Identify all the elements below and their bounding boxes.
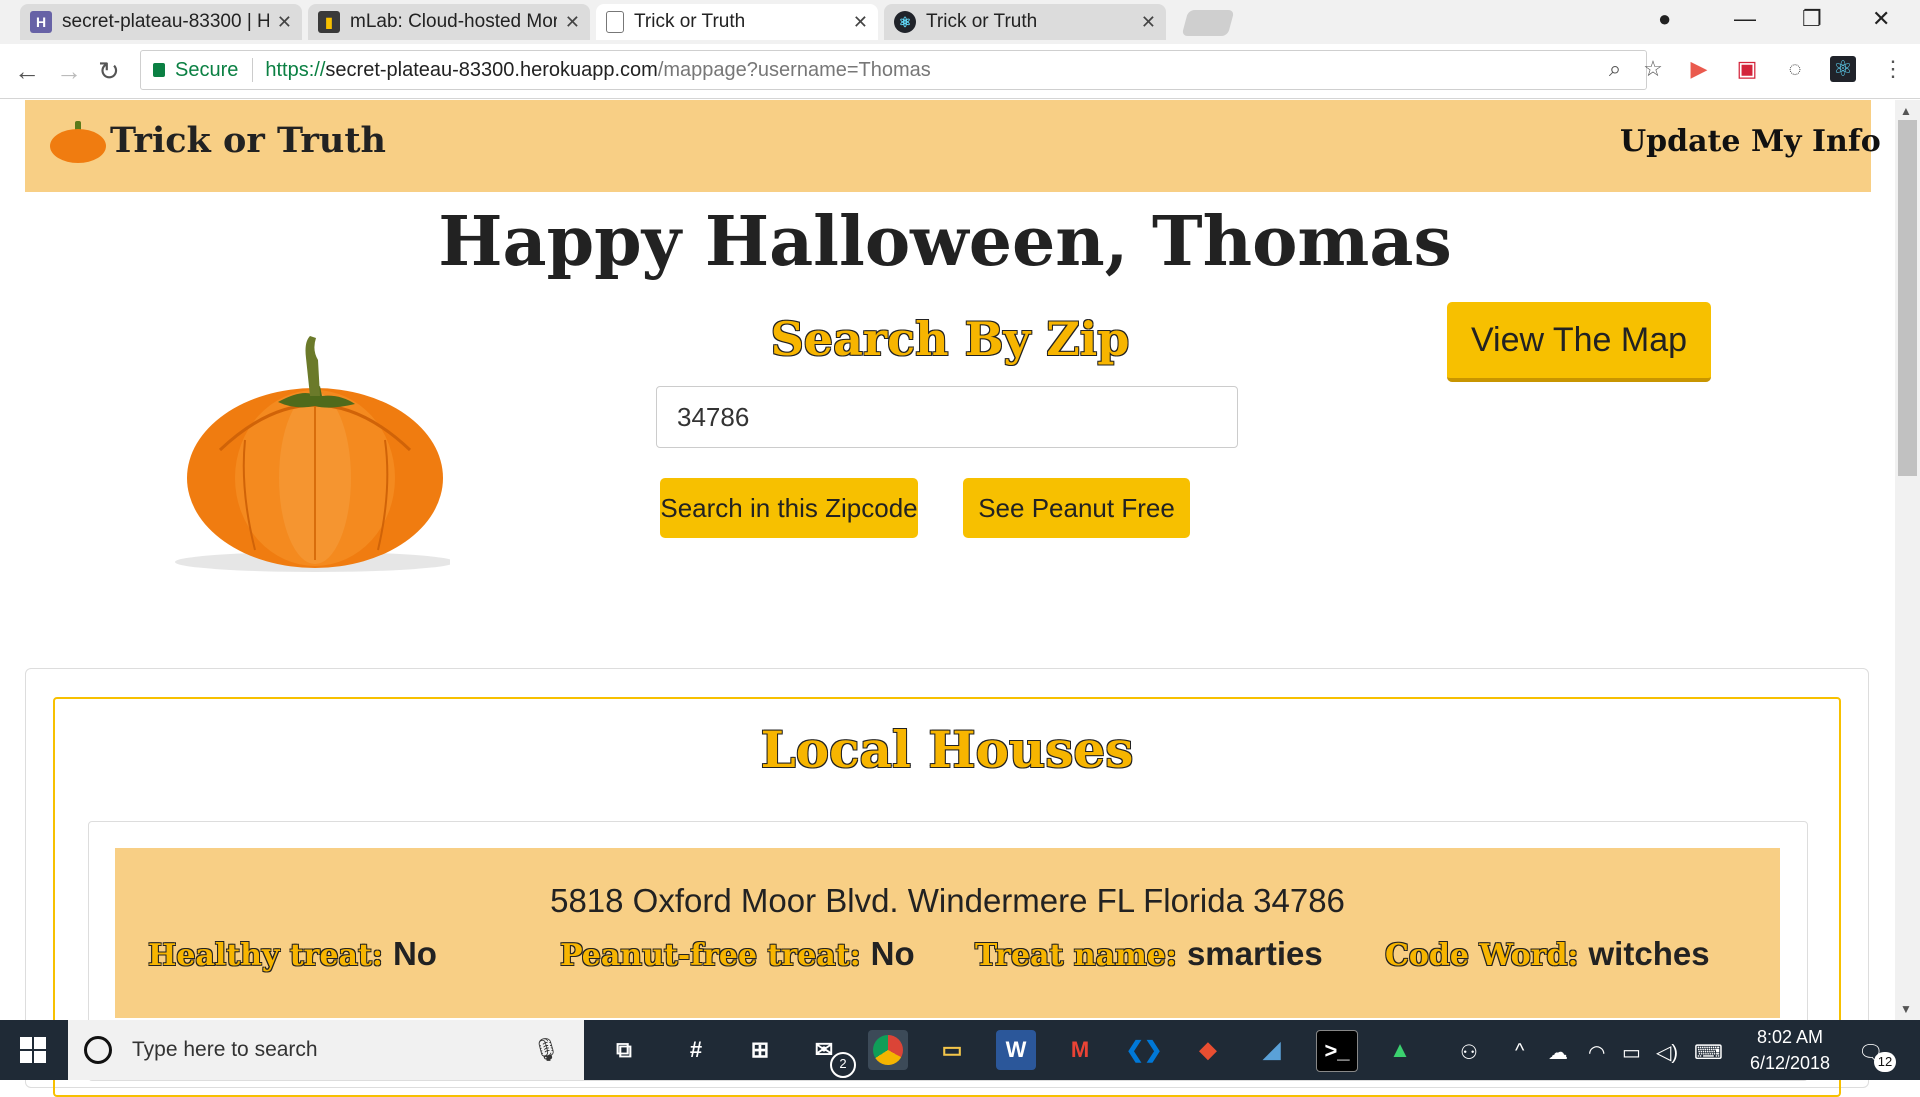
rocket-app-icon[interactable]: ▲ xyxy=(1380,1030,1420,1070)
scroll-up-icon[interactable]: ▲ xyxy=(1900,104,1912,118)
pumpkin-logo-icon xyxy=(50,120,106,163)
house-address: 5818 Oxford Moor Blvd. Windermere FL Flo… xyxy=(550,882,1345,919)
back-icon[interactable]: ← xyxy=(14,56,40,87)
window-close-icon[interactable]: ✕ xyxy=(1872,6,1890,32)
keyboard-icon[interactable]: ⌨ xyxy=(1694,1040,1723,1065)
treat-name-field: Treat name: smarties xyxy=(975,935,1323,973)
scrollbar-thumb[interactable] xyxy=(1898,120,1917,476)
page-title: Happy Halloween, Thomas xyxy=(438,202,1452,282)
cortana-icon xyxy=(84,1036,112,1064)
tab-trick-or-truth[interactable]: ⚛ Trick or Truth ✕ xyxy=(884,4,1166,40)
search-by-zip-heading: Search By Zip xyxy=(770,312,1130,366)
clock-time: 8:02 AM xyxy=(1756,1027,1824,1047)
tab-mlab[interactable]: ▮ mLab: Cloud-hosted Mor ✕ xyxy=(308,4,590,40)
code-word-label: Code Word: xyxy=(1385,938,1579,973)
volume-icon[interactable]: ◁) xyxy=(1656,1040,1678,1065)
restore-icon[interactable]: ❐ xyxy=(1802,6,1822,32)
url-path: /mappage?username=Thomas xyxy=(657,58,931,81)
menu-icon[interactable]: ⋮ xyxy=(1880,56,1906,82)
people-icon[interactable]: ⚇ xyxy=(1460,1040,1478,1065)
task-view-icon[interactable]: ⧉ xyxy=(604,1030,644,1070)
treat-name-value: smarties xyxy=(1186,935,1323,972)
url-scheme: https:// xyxy=(265,58,326,81)
mail-badge: 2 xyxy=(830,1052,856,1078)
wifi-icon[interactable]: ◠ xyxy=(1588,1040,1605,1065)
file-explorer-icon[interactable]: ▭ xyxy=(932,1030,972,1070)
house-details xyxy=(115,848,1780,1018)
tab-trick-or-truth-active[interactable]: Trick or Truth ✕ xyxy=(596,4,878,40)
bookmark-star-icon[interactable]: ☆ xyxy=(1640,56,1666,82)
vscode-icon[interactable]: ❮❯ xyxy=(1124,1030,1164,1070)
page-icon xyxy=(606,11,624,33)
clock-date: 6/12/2018 xyxy=(1749,1053,1831,1073)
tab-title: secret-plateau-83300 | He xyxy=(62,11,269,32)
code-word-value: witches xyxy=(1588,935,1710,972)
react-devtools-icon[interactable]: ⚛ xyxy=(1830,56,1856,82)
healthy-treat-label: Healthy treat: xyxy=(148,938,383,973)
taskbar-clock[interactable]: 8:02 AM 6/12/2018 xyxy=(1740,1024,1840,1076)
pumpkin-image xyxy=(175,336,450,572)
react-icon: ⚛ xyxy=(894,11,916,33)
lock-icon xyxy=(153,63,165,77)
view-map-button[interactable]: View The Map xyxy=(1447,302,1711,382)
tray-chevron-icon[interactable]: ^ xyxy=(1515,1040,1524,1063)
forward-icon[interactable]: → xyxy=(56,56,82,87)
close-tab-icon[interactable]: ✕ xyxy=(1141,12,1156,33)
store-icon[interactable]: ⊞ xyxy=(740,1030,780,1070)
word-icon[interactable]: W xyxy=(996,1030,1036,1070)
zoom-icon[interactable]: ⌕ xyxy=(1602,56,1628,82)
close-tab-icon[interactable]: ✕ xyxy=(565,12,580,33)
close-tab-icon[interactable]: ✕ xyxy=(277,12,292,33)
microphone-icon[interactable]: 🎙 xyxy=(532,1037,560,1063)
gmail-icon[interactable]: M xyxy=(1060,1030,1100,1070)
search-zipcode-button[interactable]: Search in this Zipcode xyxy=(660,478,918,538)
battery-icon[interactable]: ▭ xyxy=(1622,1040,1641,1065)
extension-circle-icon[interactable]: ◌ xyxy=(1782,56,1808,82)
minimize-icon[interactable]: — xyxy=(1734,6,1756,32)
url-host: secret-plateau-83300.herokuapp.com xyxy=(325,58,658,81)
healthy-treat-field: Healthy treat: No xyxy=(148,935,437,973)
taskbar-search[interactable]: Type here to search 🎙 xyxy=(68,1020,584,1080)
extension-pocket-icon[interactable]: ▣ xyxy=(1734,56,1760,82)
peanut-free-field: Peanut-free treat: No xyxy=(560,935,915,973)
reload-icon[interactable]: ↻ xyxy=(98,56,120,87)
brand-name: Trick or Truth xyxy=(110,120,386,161)
tab-heroku[interactable]: H secret-plateau-83300 | He ✕ xyxy=(20,4,302,40)
local-houses-heading: Local Houses xyxy=(760,720,1134,779)
peanut-free-button[interactable]: See Peanut Free xyxy=(963,478,1190,538)
mlab-icon: ▮ xyxy=(318,11,340,33)
scroll-down-icon[interactable]: ▼ xyxy=(1900,1002,1912,1016)
extension-cast-icon[interactable]: ▶ xyxy=(1686,56,1712,82)
slack-icon[interactable]: # xyxy=(676,1030,716,1070)
code-word-field: Code Word: witches xyxy=(1385,935,1710,973)
zip-input[interactable] xyxy=(656,386,1238,448)
peanut-free-label: Peanut-free treat: xyxy=(560,938,861,973)
taskbar-search-placeholder: Type here to search xyxy=(132,1038,318,1061)
treat-name-label: Treat name: xyxy=(975,938,1177,973)
notification-count-badge: 12 xyxy=(1874,1052,1896,1072)
onedrive-icon[interactable]: ☁ xyxy=(1548,1040,1568,1065)
tab-title: Trick or Truth xyxy=(926,11,1038,32)
windows-start-icon[interactable] xyxy=(20,1037,46,1063)
peanut-free-value: No xyxy=(870,935,915,972)
chrome-icon[interactable] xyxy=(868,1030,908,1070)
security-label: Secure xyxy=(175,58,239,81)
tab-title: Trick or Truth xyxy=(634,11,746,32)
tab-title: mLab: Cloud-hosted Mor xyxy=(350,11,557,32)
terminal-icon[interactable]: >_ xyxy=(1316,1030,1358,1072)
new-tab-button[interactable] xyxy=(1181,10,1235,36)
address-bar[interactable]: Secure https://secret-plateau-83300.hero… xyxy=(140,50,1647,90)
heroku-icon: H xyxy=(30,11,52,33)
healthy-treat-value: No xyxy=(392,935,437,972)
git-icon[interactable]: ◆ xyxy=(1188,1030,1228,1070)
profile-icon[interactable]: ● xyxy=(1658,6,1671,32)
mysql-workbench-icon[interactable]: ◢ xyxy=(1252,1030,1292,1070)
divider xyxy=(252,58,254,82)
update-info-link[interactable]: Update My Info xyxy=(1620,124,1881,159)
close-tab-icon[interactable]: ✕ xyxy=(853,12,868,33)
brand[interactable]: Trick or Truth xyxy=(50,120,386,163)
